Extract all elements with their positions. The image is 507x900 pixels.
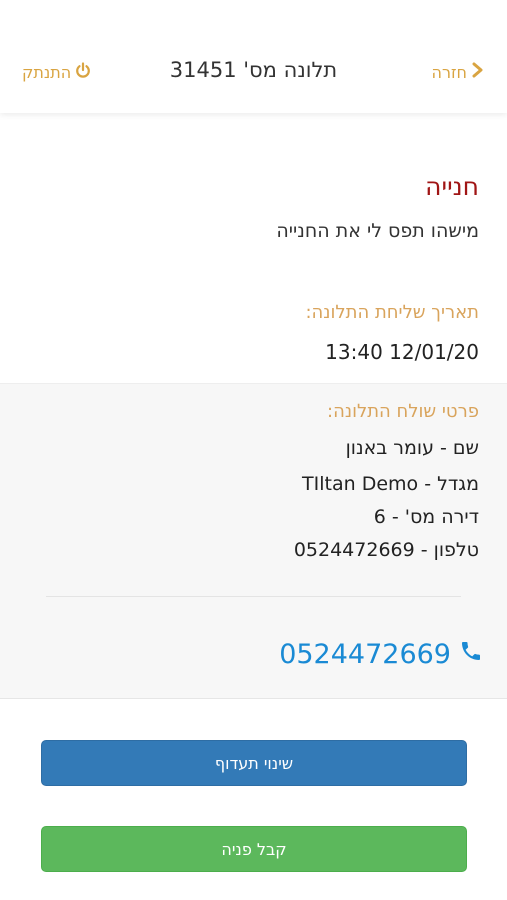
divider xyxy=(46,596,461,597)
sender-building: מגדל - TIltan Demo xyxy=(302,473,479,495)
logout-label: התנתק xyxy=(22,62,72,82)
date-value: 13:40 12/01/20 xyxy=(325,340,479,364)
sender-apartment: דירה מס' - 6 xyxy=(373,506,479,528)
sender-phone: טלפון - 0524472669 xyxy=(293,539,479,561)
complaint-title: חנייה xyxy=(425,172,479,201)
phone-icon xyxy=(459,639,483,670)
change-priority-button[interactable]: שינוי תעדוף xyxy=(41,740,467,786)
logout-button[interactable]: התנתק xyxy=(22,60,91,84)
phone-number: 0524472669 xyxy=(279,638,451,670)
top-bar: חזרה תלונה מס' 31451 התנתק xyxy=(0,0,507,113)
sender-name: שם - עומר באנון xyxy=(345,437,479,459)
sender-label: פרטי שולח התלונה: xyxy=(327,401,479,422)
accept-complaint-button[interactable]: קבל פניה xyxy=(41,826,467,872)
call-phone-link[interactable]: 0524472669 xyxy=(279,636,483,672)
date-label: תאריך שליחת התלונה: xyxy=(305,302,479,323)
complaint-description: מישהו תפס לי את החנייה xyxy=(276,220,479,242)
power-icon xyxy=(75,62,91,82)
